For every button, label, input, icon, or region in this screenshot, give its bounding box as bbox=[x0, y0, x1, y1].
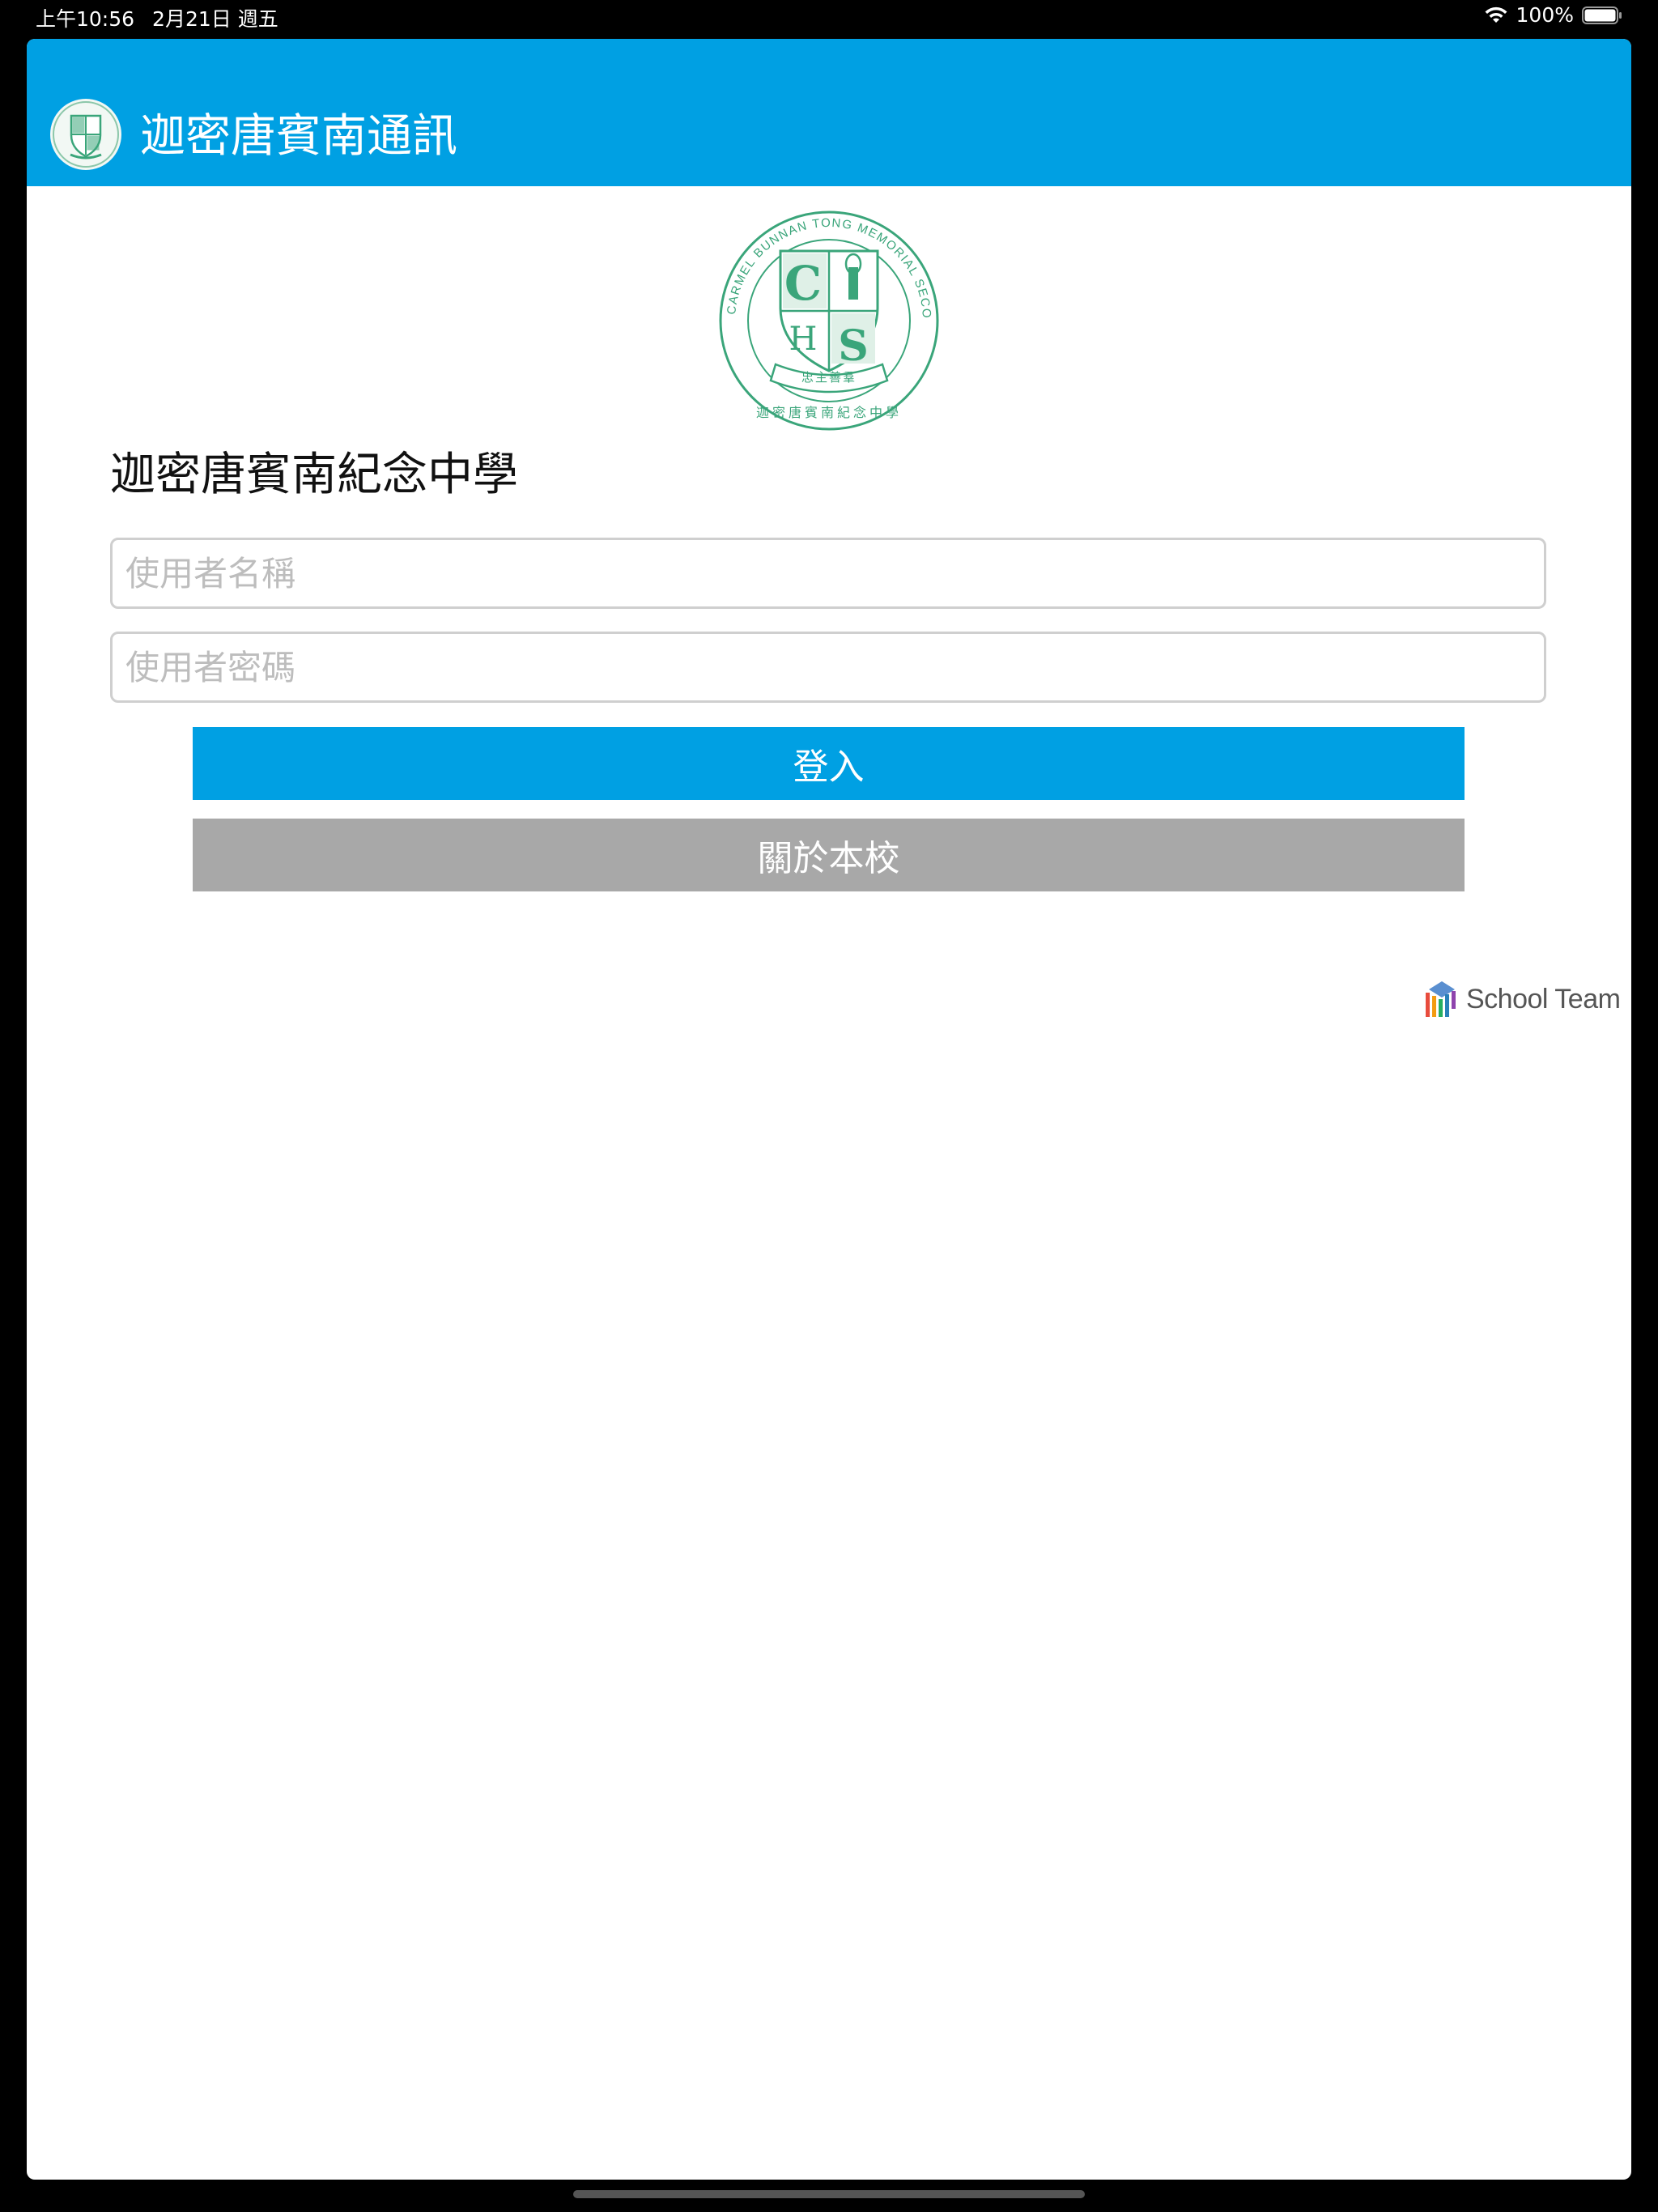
nav-title: 迦密唐賓南通訊 bbox=[140, 110, 457, 163]
status-date: 2月21日 週五 bbox=[152, 7, 278, 31]
school-crest-icon bbox=[50, 99, 121, 170]
ipad-screen: 上午10:56 2月21日 週五 100% 迦密唐賓南通訊 CARMEL BUN… bbox=[0, 0, 1658, 2212]
app-window: 迦密唐賓南通訊 CARMEL BUNNAN TONG MEMORIAL SECO… bbox=[27, 39, 1631, 2180]
status-bar: 上午10:56 2月21日 週五 100% bbox=[0, 0, 1658, 39]
crest-letter-c: C bbox=[784, 256, 822, 311]
school-team-logo-icon bbox=[1426, 981, 1456, 1017]
about-school-button[interactable]: 關於本校 bbox=[193, 819, 1465, 891]
battery-percent: 100% bbox=[1516, 3, 1574, 27]
home-indicator[interactable] bbox=[573, 2190, 1085, 2198]
crest-motto: 忠主善羣 bbox=[801, 370, 857, 385]
battery-icon bbox=[1582, 6, 1622, 24]
school-name-heading: 迦密唐賓南紀念中學 bbox=[110, 449, 518, 501]
password-input[interactable] bbox=[110, 632, 1546, 703]
status-right: 100% bbox=[1484, 3, 1622, 27]
crest-bottom-text: 迦密唐賓南紀念中學 bbox=[756, 405, 902, 420]
crest-letter-h: H bbox=[789, 321, 818, 358]
school-team-text: School Team bbox=[1466, 983, 1621, 1015]
school-crest-logo: CARMEL BUNNAN TONG MEMORIAL SECONDARY SC… bbox=[719, 211, 939, 431]
status-left: 上午10:56 2月21日 週五 bbox=[36, 3, 278, 32]
login-button[interactable]: 登入 bbox=[193, 727, 1465, 800]
navigation-bar: 迦密唐賓南通訊 bbox=[27, 39, 1631, 186]
school-team-brand: School Team bbox=[1422, 978, 1621, 1020]
crest-letter-s: S bbox=[838, 321, 869, 371]
wifi-icon bbox=[1485, 6, 1507, 23]
username-input[interactable] bbox=[110, 538, 1546, 609]
status-time: 上午10:56 bbox=[36, 7, 135, 31]
